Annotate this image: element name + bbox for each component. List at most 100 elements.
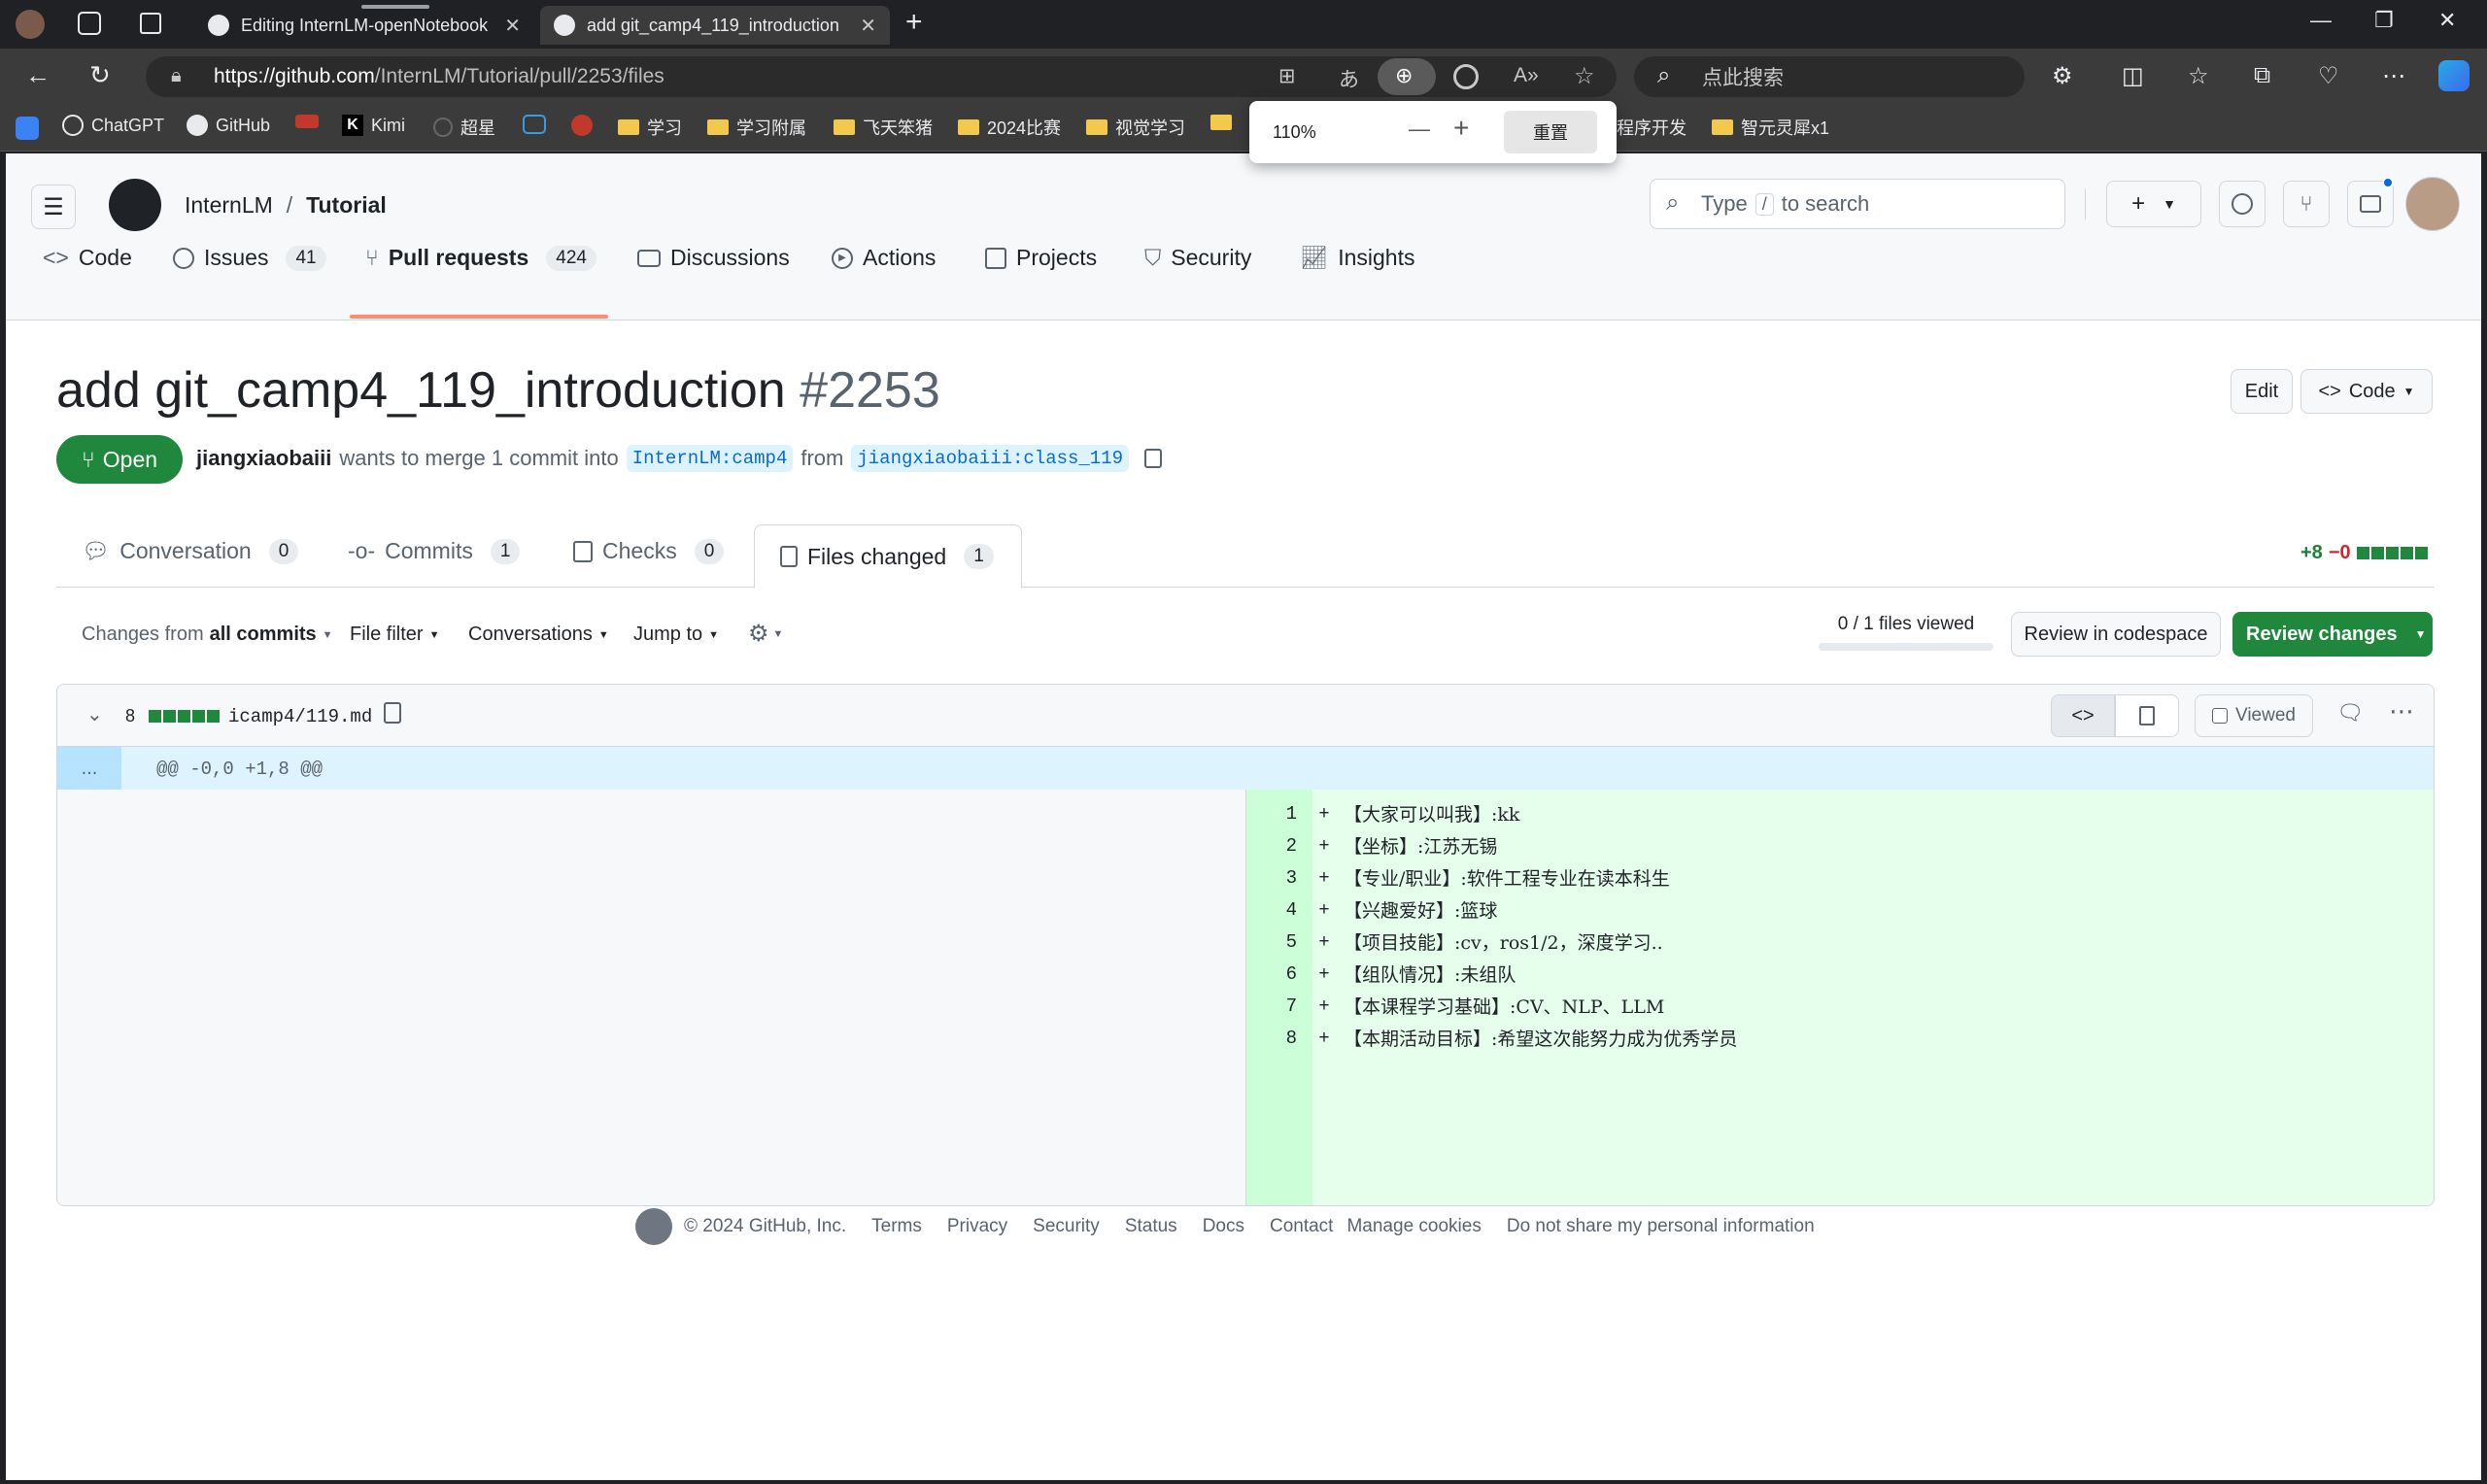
repo-tab-code[interactable]: <> Code	[43, 245, 132, 271]
repo-tab-projects[interactable]: Projects	[985, 245, 1097, 271]
kebab-horizontal-icon[interactable]: ⋯	[2389, 696, 2414, 726]
bookmark-red-site[interactable]	[295, 115, 319, 128]
bookmark-folder-hidden[interactable]	[1210, 115, 1232, 130]
bookmark-chaoxing[interactable]: 超星	[433, 115, 495, 140]
head-branch[interactable]: jiangxiaobaiii:class_119	[851, 445, 1130, 472]
checkbox[interactable]	[2212, 708, 2228, 724]
changes-from-dropdown[interactable]: Changes from all commits ▼	[82, 624, 333, 646]
line-number[interactable]: 2	[1246, 835, 1305, 857]
repo-tab-pull-requests[interactable]: ⑂ Pull requests 424	[365, 245, 596, 271]
repo-tab-issues[interactable]: Issues 41	[173, 245, 326, 271]
app-available-icon[interactable]: ⊞	[1278, 64, 1296, 88]
pr-tab-commits[interactable]: -o- Commits 1	[348, 538, 521, 564]
collections-icon[interactable]: ⧉	[2254, 62, 2270, 89]
bookmark-folder-study-extra[interactable]: 学习附属	[707, 115, 806, 140]
bookmark-folder-2024-contest[interactable]: 2024比赛	[958, 115, 1061, 140]
footer-link-security[interactable]: Security	[1033, 1216, 1100, 1237]
line-number[interactable]: 8	[1246, 1028, 1305, 1049]
source-diff-toggle[interactable]: <>	[2051, 694, 2115, 737]
bookmark-github[interactable]: GitHub	[187, 115, 270, 136]
line-number[interactable]: 6	[1246, 963, 1305, 985]
base-branch[interactable]: InternLM:camp4	[626, 445, 794, 472]
bookmark-bilibili[interactable]	[523, 115, 546, 134]
pull-requests-button[interactable]: ⑂	[2283, 181, 2330, 227]
bookmark-folder-flying-pig[interactable]: 飞天笨猪	[834, 115, 933, 140]
close-tab-icon[interactable]: ✕	[860, 14, 876, 38]
copy-icon[interactable]	[1144, 449, 1163, 468]
split-screen-icon[interactable]: ◫	[2122, 62, 2144, 90]
minimize-icon[interactable]: —	[2310, 8, 2332, 33]
footer-link-privacy[interactable]: Privacy	[947, 1216, 1007, 1237]
bookmark-folder-dev[interactable]: 程序开发	[1617, 115, 1686, 140]
extensions-icon[interactable]: ⚙	[2052, 62, 2073, 90]
comment-icon[interactable]: 🗨︎	[2336, 700, 2364, 725]
repo-tab-actions[interactable]: ▶ Actions	[832, 245, 936, 271]
search-bar[interactable]: ⌕ 点此搜索	[1634, 56, 2025, 97]
chevron-down-icon[interactable]: ⌄	[86, 702, 103, 726]
menu-button[interactable]: ☰	[31, 185, 76, 229]
profile-avatar[interactable]	[16, 10, 45, 39]
repo-tab-insights[interactable]: 📈︎ Insights	[1300, 245, 1414, 271]
bookmark-folder-study[interactable]: 学习	[618, 115, 682, 140]
expand-hunk-button[interactable]: ...	[57, 747, 121, 790]
close-tab-icon[interactable]: ✕	[504, 14, 521, 38]
footer-link-docs[interactable]: Docs	[1203, 1216, 1244, 1237]
zoom-button[interactable]: ⊕	[1378, 58, 1436, 95]
copilot-icon[interactable]	[2438, 60, 2470, 91]
bookmark-globe[interactable]	[571, 115, 593, 136]
translate-icon[interactable]: あ	[1339, 64, 1359, 93]
footer-link-manage-cookies[interactable]: Manage cookies	[1346, 1216, 1481, 1237]
diff-settings-dropdown[interactable]: ⚙ ▼	[748, 620, 783, 648]
create-new-button[interactable]: + ▼	[2106, 181, 2201, 227]
pr-tab-checks[interactable]: Checks 0	[573, 538, 725, 564]
code-dropdown-button[interactable]: <> Code ▼	[2300, 369, 2433, 414]
viewed-checkbox-button[interactable]: Viewed	[2195, 694, 2313, 737]
edge-icon[interactable]	[1453, 64, 1479, 89]
footer-link-contact[interactable]: Contact	[1270, 1216, 1333, 1237]
bookmark-app-icon[interactable]	[16, 117, 39, 140]
zoom-in-button[interactable]: +	[1453, 113, 1469, 144]
github-mark-icon[interactable]	[635, 1208, 672, 1245]
refresh-icon[interactable]: ↻	[89, 60, 111, 90]
zoom-reset-button[interactable]: 重置	[1504, 111, 1597, 153]
footer-link-status[interactable]: Status	[1125, 1216, 1177, 1237]
repo-link[interactable]: Tutorial	[306, 192, 387, 219]
line-number[interactable]: 1	[1246, 803, 1305, 825]
rich-diff-toggle[interactable]	[2115, 694, 2179, 737]
copy-path-icon[interactable]	[384, 702, 401, 724]
bookmark-kimi[interactable]: K Kimi	[342, 115, 405, 136]
review-in-codespace-button[interactable]: Review in codespace	[2011, 612, 2221, 657]
issues-button[interactable]	[2219, 181, 2266, 227]
close-window-icon[interactable]: ✕	[2438, 8, 2456, 33]
pr-tab-files-changed[interactable]: Files changed 1	[754, 524, 1022, 589]
workspaces-icon[interactable]	[78, 12, 101, 35]
lock-icon[interactable]: 🔒︎	[171, 65, 182, 87]
global-search[interactable]: ⌕ Type / to search	[1650, 179, 2065, 229]
bookmark-chatgpt[interactable]: ChatGPT	[62, 115, 164, 136]
line-number[interactable]: 5	[1246, 931, 1305, 953]
pr-tab-conversation[interactable]: 💬︎ Conversation 0	[82, 538, 299, 564]
vertical-tabs-icon[interactable]	[140, 13, 161, 34]
file-filter-dropdown[interactable]: File filter ▼	[350, 624, 439, 646]
settings-more-icon[interactable]: ⋯	[2382, 62, 2405, 90]
edit-title-button[interactable]: Edit	[2231, 369, 2293, 414]
conversations-dropdown[interactable]: Conversations ▼	[468, 624, 609, 646]
line-number[interactable]: 3	[1246, 867, 1305, 889]
bookmark-folder-vision[interactable]: 视觉学习	[1086, 115, 1185, 140]
back-arrow-icon[interactable]: ←	[25, 60, 51, 90]
repo-tab-security[interactable]: ⛉ Security	[1144, 245, 1251, 271]
github-logo-icon[interactable]	[109, 179, 161, 231]
repo-tab-discussions[interactable]: Discussions	[637, 245, 790, 271]
favorite-star-icon[interactable]: ☆	[1574, 62, 1595, 90]
owner-link[interactable]: InternLM	[185, 192, 273, 219]
line-number[interactable]: 7	[1246, 995, 1305, 1017]
restore-icon[interactable]: ❐	[2374, 8, 2394, 33]
browser-essentials-icon[interactable]: ♡	[2318, 62, 2339, 90]
footer-link-terms[interactable]: Terms	[871, 1216, 922, 1237]
jump-to-dropdown[interactable]: Jump to ▼	[633, 624, 719, 646]
review-changes-button[interactable]: Review changes ▼	[2232, 612, 2433, 657]
tab-pull-request[interactable]: add git_camp4_119_introduction ✕	[540, 6, 890, 45]
zoom-out-button[interactable]: —	[1409, 117, 1430, 142]
line-number[interactable]: 4	[1246, 899, 1305, 921]
read-aloud-icon[interactable]: A»	[1514, 64, 1539, 87]
